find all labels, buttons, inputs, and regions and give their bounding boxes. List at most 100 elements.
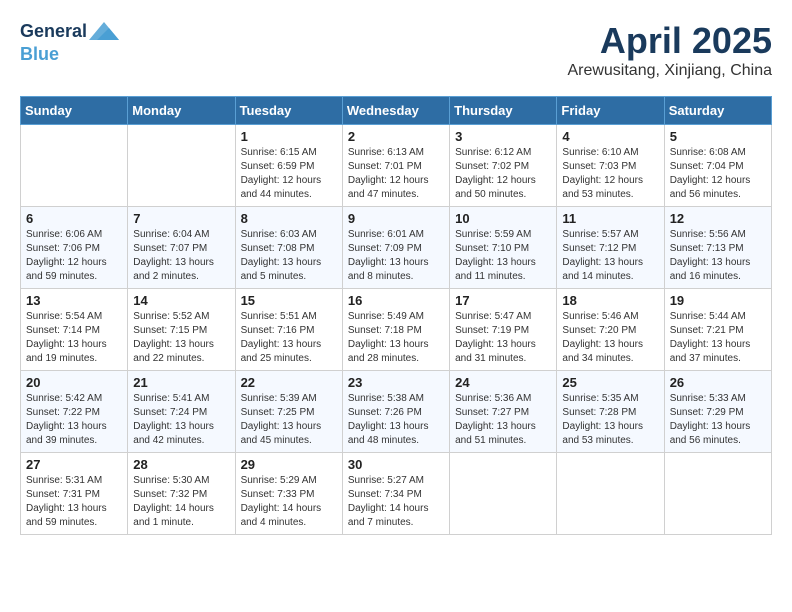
day-info: Sunrise: 5:52 AM Sunset: 7:15 PM Dayligh… bbox=[133, 310, 229, 366]
day-info: Sunrise: 6:01 AM Sunset: 7:09 PM Dayligh… bbox=[348, 228, 444, 284]
day-cell: 20 Sunrise: 5:42 AM Sunset: 7:22 PM Dayli… bbox=[21, 371, 128, 453]
day-info: Sunrise: 5:38 AM Sunset: 7:26 PM Dayligh… bbox=[348, 392, 444, 448]
day-cell: 22 Sunrise: 5:39 AM Sunset: 7:25 PM Dayli… bbox=[235, 371, 342, 453]
day-cell bbox=[664, 453, 771, 535]
day-number: 8 bbox=[241, 211, 337, 226]
title-area: April 2025 Arewusitang, Xinjiang, China bbox=[567, 20, 772, 80]
page-header: General Blue April 2025 Arewusitang, Xin… bbox=[20, 20, 772, 80]
day-cell: 24 Sunrise: 5:36 AM Sunset: 7:27 PM Dayli… bbox=[450, 371, 557, 453]
day-info: Sunrise: 5:49 AM Sunset: 7:18 PM Dayligh… bbox=[348, 310, 444, 366]
weekday-header-row: SundayMondayTuesdayWednesdayThursdayFrid… bbox=[21, 97, 772, 125]
day-cell: 4 Sunrise: 6:10 AM Sunset: 7:03 PM Daylig… bbox=[557, 125, 664, 207]
day-number: 6 bbox=[26, 211, 122, 226]
day-number: 14 bbox=[133, 293, 229, 308]
day-cell: 8 Sunrise: 6:03 AM Sunset: 7:08 PM Daylig… bbox=[235, 207, 342, 289]
week-row-3: 13 Sunrise: 5:54 AM Sunset: 7:14 PM Dayli… bbox=[21, 289, 772, 371]
day-info: Sunrise: 5:41 AM Sunset: 7:24 PM Dayligh… bbox=[133, 392, 229, 448]
location: Arewusitang, Xinjiang, China bbox=[567, 62, 772, 80]
day-info: Sunrise: 5:46 AM Sunset: 7:20 PM Dayligh… bbox=[562, 310, 658, 366]
day-info: Sunrise: 5:42 AM Sunset: 7:22 PM Dayligh… bbox=[26, 392, 122, 448]
day-cell: 1 Sunrise: 6:15 AM Sunset: 6:59 PM Daylig… bbox=[235, 125, 342, 207]
logo: General Blue bbox=[20, 20, 119, 66]
day-cell: 5Sunrise: 6:08 AM Sunset: 7:04 PM Daylig… bbox=[664, 125, 771, 207]
day-cell: 14 Sunrise: 5:52 AM Sunset: 7:15 PM Dayli… bbox=[128, 289, 235, 371]
weekday-header-tuesday: Tuesday bbox=[235, 97, 342, 125]
week-row-1: 1 Sunrise: 6:15 AM Sunset: 6:59 PM Daylig… bbox=[21, 125, 772, 207]
day-cell: 17 Sunrise: 5:47 AM Sunset: 7:19 PM Dayli… bbox=[450, 289, 557, 371]
day-number: 28 bbox=[133, 457, 229, 472]
day-number: 17 bbox=[455, 293, 551, 308]
day-number: 3 bbox=[455, 129, 551, 144]
day-number: 25 bbox=[562, 375, 658, 390]
day-info: Sunrise: 6:13 AM Sunset: 7:01 PM Dayligh… bbox=[348, 146, 444, 202]
logo-blue-text: Blue bbox=[20, 44, 59, 64]
day-cell: 28 Sunrise: 5:30 AM Sunset: 7:32 PM Dayli… bbox=[128, 453, 235, 535]
day-cell: 18Sunrise: 5:46 AM Sunset: 7:20 PM Dayli… bbox=[557, 289, 664, 371]
day-cell: 10 Sunrise: 5:59 AM Sunset: 7:10 PM Dayli… bbox=[450, 207, 557, 289]
day-cell: 7 Sunrise: 6:04 AM Sunset: 7:07 PM Daylig… bbox=[128, 207, 235, 289]
day-cell bbox=[21, 125, 128, 207]
week-row-2: 6 Sunrise: 6:06 AM Sunset: 7:06 PM Daylig… bbox=[21, 207, 772, 289]
day-info: Sunrise: 5:27 AM Sunset: 7:34 PM Dayligh… bbox=[348, 474, 444, 530]
day-number: 12 bbox=[670, 211, 766, 226]
day-info: Sunrise: 5:35 AM Sunset: 7:28 PM Dayligh… bbox=[562, 392, 658, 448]
day-info: Sunrise: 6:03 AM Sunset: 7:08 PM Dayligh… bbox=[241, 228, 337, 284]
day-number: 23 bbox=[348, 375, 444, 390]
day-number: 16 bbox=[348, 293, 444, 308]
day-number: 9 bbox=[348, 211, 444, 226]
day-cell: 29Sunrise: 5:29 AM Sunset: 7:33 PM Dayli… bbox=[235, 453, 342, 535]
day-info: Sunrise: 6:04 AM Sunset: 7:07 PM Dayligh… bbox=[133, 228, 229, 284]
day-info: Sunrise: 5:59 AM Sunset: 7:10 PM Dayligh… bbox=[455, 228, 551, 284]
day-cell: 2Sunrise: 6:13 AM Sunset: 7:01 PM Daylig… bbox=[342, 125, 449, 207]
day-info: Sunrise: 5:30 AM Sunset: 7:32 PM Dayligh… bbox=[133, 474, 229, 530]
day-info: Sunrise: 6:06 AM Sunset: 7:06 PM Dayligh… bbox=[26, 228, 122, 284]
day-cell bbox=[128, 125, 235, 207]
day-info: Sunrise: 5:57 AM Sunset: 7:12 PM Dayligh… bbox=[562, 228, 658, 284]
day-cell: 25 Sunrise: 5:35 AM Sunset: 7:28 PM Dayli… bbox=[557, 371, 664, 453]
day-info: Sunrise: 5:33 AM Sunset: 7:29 PM Dayligh… bbox=[670, 392, 766, 448]
day-cell: 26Sunrise: 5:33 AM Sunset: 7:29 PM Dayli… bbox=[664, 371, 771, 453]
day-cell: 9 Sunrise: 6:01 AM Sunset: 7:09 PM Daylig… bbox=[342, 207, 449, 289]
day-cell: 27 Sunrise: 5:31 AM Sunset: 7:31 PM Dayli… bbox=[21, 453, 128, 535]
day-info: Sunrise: 5:31 AM Sunset: 7:31 PM Dayligh… bbox=[26, 474, 122, 530]
week-row-5: 27 Sunrise: 5:31 AM Sunset: 7:31 PM Dayli… bbox=[21, 453, 772, 535]
day-info: Sunrise: 6:10 AM Sunset: 7:03 PM Dayligh… bbox=[562, 146, 658, 202]
day-cell: 3Sunrise: 6:12 AM Sunset: 7:02 PM Daylig… bbox=[450, 125, 557, 207]
day-info: Sunrise: 5:36 AM Sunset: 7:27 PM Dayligh… bbox=[455, 392, 551, 448]
day-number: 4 bbox=[562, 129, 658, 144]
day-number: 30 bbox=[348, 457, 444, 472]
day-info: Sunrise: 5:51 AM Sunset: 7:16 PM Dayligh… bbox=[241, 310, 337, 366]
day-cell: 30 Sunrise: 5:27 AM Sunset: 7:34 PM Dayli… bbox=[342, 453, 449, 535]
day-number: 5 bbox=[670, 129, 766, 144]
day-cell: 21Sunrise: 5:41 AM Sunset: 7:24 PM Dayli… bbox=[128, 371, 235, 453]
day-number: 7 bbox=[133, 211, 229, 226]
day-number: 13 bbox=[26, 293, 122, 308]
weekday-header-sunday: Sunday bbox=[21, 97, 128, 125]
weekday-header-monday: Monday bbox=[128, 97, 235, 125]
weekday-header-saturday: Saturday bbox=[664, 97, 771, 125]
day-cell: 16 Sunrise: 5:49 AM Sunset: 7:18 PM Dayli… bbox=[342, 289, 449, 371]
day-number: 19 bbox=[670, 293, 766, 308]
day-info: Sunrise: 5:56 AM Sunset: 7:13 PM Dayligh… bbox=[670, 228, 766, 284]
day-info: Sunrise: 5:39 AM Sunset: 7:25 PM Dayligh… bbox=[241, 392, 337, 448]
day-info: Sunrise: 5:29 AM Sunset: 7:33 PM Dayligh… bbox=[241, 474, 337, 530]
weekday-header-wednesday: Wednesday bbox=[342, 97, 449, 125]
day-number: 10 bbox=[455, 211, 551, 226]
day-number: 24 bbox=[455, 375, 551, 390]
day-cell: 15Sunrise: 5:51 AM Sunset: 7:16 PM Dayli… bbox=[235, 289, 342, 371]
logo-text: General bbox=[20, 21, 87, 43]
weekday-header-friday: Friday bbox=[557, 97, 664, 125]
day-cell: 11Sunrise: 5:57 AM Sunset: 7:12 PM Dayli… bbox=[557, 207, 664, 289]
day-info: Sunrise: 5:47 AM Sunset: 7:19 PM Dayligh… bbox=[455, 310, 551, 366]
calendar-table: SundayMondayTuesdayWednesdayThursdayFrid… bbox=[20, 96, 772, 535]
day-cell bbox=[557, 453, 664, 535]
day-number: 1 bbox=[241, 129, 337, 144]
day-cell: 13 Sunrise: 5:54 AM Sunset: 7:14 PM Dayli… bbox=[21, 289, 128, 371]
day-info: Sunrise: 5:54 AM Sunset: 7:14 PM Dayligh… bbox=[26, 310, 122, 366]
day-number: 20 bbox=[26, 375, 122, 390]
day-info: Sunrise: 5:44 AM Sunset: 7:21 PM Dayligh… bbox=[670, 310, 766, 366]
day-info: Sunrise: 6:15 AM Sunset: 6:59 PM Dayligh… bbox=[241, 146, 337, 202]
day-number: 22 bbox=[241, 375, 337, 390]
day-number: 27 bbox=[26, 457, 122, 472]
logo-icon bbox=[89, 20, 119, 44]
